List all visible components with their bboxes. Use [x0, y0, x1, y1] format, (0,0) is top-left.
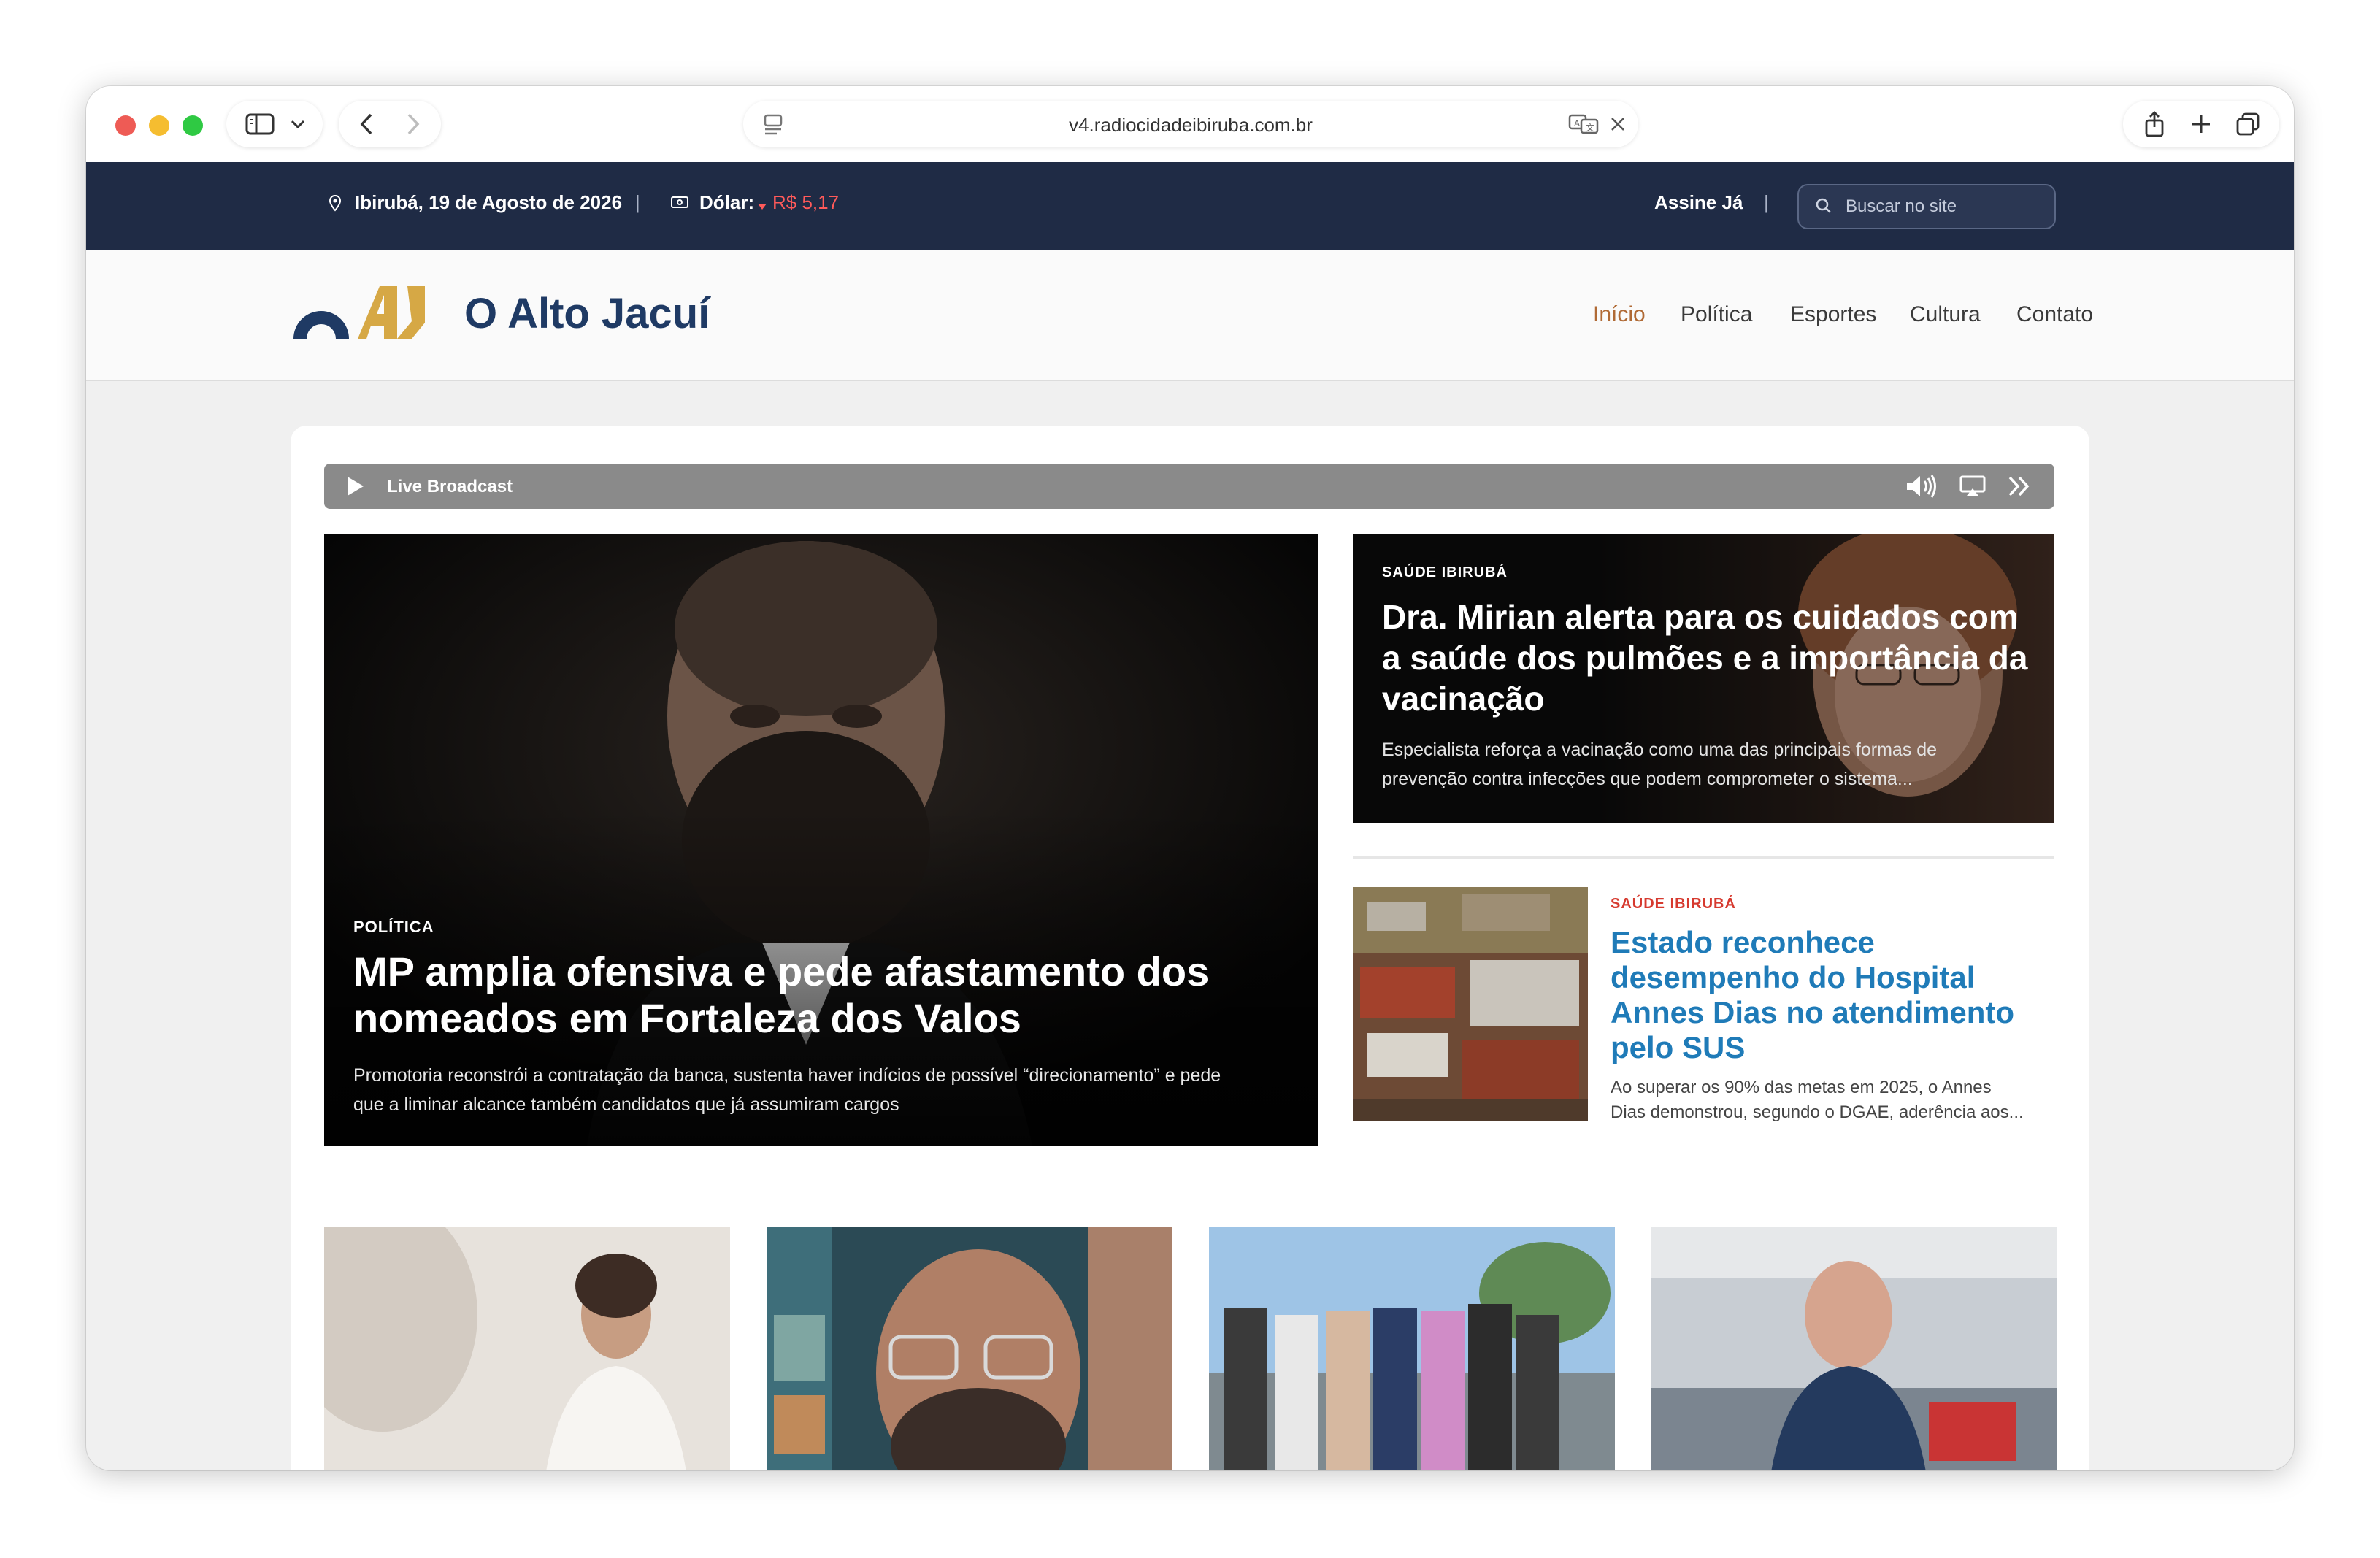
side2-summary-line: Ao superar os 90% das metas em 2025, o A… [1611, 1078, 1992, 1097]
top-info-bar: Ibirubá, 19 de Agosto de 2026 | Dólar: R… [86, 162, 2294, 250]
side1-title[interactable]: Dra. Mirian alerta para os cuidados com … [1382, 596, 2028, 719]
browser-window: v4.radiocidadeibiruba.com.br A文 Ibirubá,… [86, 86, 2294, 1470]
thumbnail-photo [1209, 1227, 1615, 1470]
maximize-window-button[interactable] [183, 115, 203, 136]
thumb-man-event-hall[interactable] [1651, 1227, 2057, 1470]
side2-summary-line: Dias demonstrou, segundo o DGAE, aderênc… [1611, 1102, 2024, 1122]
side1-kicker[interactable]: SAÚDE IBIRUBÁ [1382, 564, 1508, 581]
volume-icon[interactable] [1905, 474, 1939, 502]
separator: | [635, 191, 640, 213]
share-icon[interactable] [2131, 101, 2178, 147]
thumbnail-photo [767, 1227, 1172, 1470]
side1-summary-line: prevenção contra infecções que podem com… [1382, 769, 1913, 789]
hero-title-line: nomeados em Fortaleza dos Valos [353, 995, 1021, 1041]
tabs-overview-icon[interactable] [2224, 101, 2271, 147]
navigation-buttons [339, 101, 441, 147]
nav-politica[interactable]: Política [1681, 302, 1752, 327]
hero-photo [324, 534, 1318, 1146]
thumbnail-photo [324, 1227, 730, 1470]
nav-contato[interactable]: Contato [2016, 302, 2093, 327]
side2-title-line: Annes Dias no atendimento [1611, 995, 2015, 1029]
dollar-label: Dólar: [699, 191, 755, 213]
caret-down-icon [758, 200, 767, 213]
live-broadcast-player: Live Broadcast [324, 464, 2054, 509]
hero-title-line: MP amplia ofensiva e pede afastamento do… [353, 948, 1210, 994]
side2-photo[interactable] [1353, 887, 1588, 1121]
site-search-input[interactable]: Buscar no site [1797, 184, 2056, 229]
side1-title-line: a saúde dos pulmões e a importância da [1382, 639, 2028, 677]
svg-text:A: A [1574, 118, 1580, 128]
sidebar-toggle-group [226, 101, 323, 147]
hero-article[interactable]: POLÍTICA MP amplia ofensiva e pede afast… [324, 534, 1318, 1146]
airplay-icon[interactable] [1959, 475, 1986, 501]
back-icon[interactable] [343, 101, 390, 147]
fast-forward-icon[interactable] [2008, 475, 2031, 501]
sidebar-icon[interactable] [237, 101, 283, 147]
site-logo[interactable]: O Alto Jacuí [291, 282, 710, 344]
thumbnail-photo [1651, 1227, 2057, 1470]
side1-title-line: vacinação [1382, 680, 1545, 718]
side2-summary: Ao superar os 90% das metas em 2025, o A… [1611, 1075, 2024, 1125]
separator: | [1764, 191, 1769, 213]
side-article-featured[interactable]: SAÚDE IBIRUBÁ Dra. Mirian alerta para os… [1353, 534, 2054, 823]
aerial-town-photo [1353, 887, 1588, 1121]
toolbar-actions [2123, 101, 2279, 147]
hero-title[interactable]: MP amplia ofensiva e pede afastamento do… [353, 948, 1209, 1042]
forward-icon[interactable] [390, 101, 437, 147]
divider [1353, 856, 2054, 859]
side1-title-line: Dra. Mirian alerta para os cuidados com [1382, 598, 2019, 636]
close-icon[interactable] [1609, 115, 1627, 137]
subscribe-link[interactable]: Assine Já [1654, 191, 1743, 214]
side1-summary-line: Especialista reforça a vacinação como um… [1382, 740, 1938, 760]
play-icon[interactable] [346, 475, 365, 501]
search-icon [1815, 197, 1832, 218]
side2-title[interactable]: Estado reconhece desempenho do Hospital … [1611, 925, 2014, 1065]
search-placeholder: Buscar no site [1846, 196, 1957, 216]
new-tab-icon[interactable] [2178, 101, 2224, 147]
thumb-group-photo[interactable] [1209, 1227, 1615, 1470]
money-icon [670, 196, 689, 212]
nav-cultura[interactable]: Cultura [1910, 302, 1981, 327]
chevron-down-icon[interactable] [283, 101, 312, 147]
thumb-woman-white-suit[interactable] [324, 1227, 730, 1470]
content-card: Live Broadcast POLÍTICA MP amplia ofensi… [291, 426, 2089, 1470]
svg-text:文: 文 [1586, 122, 1594, 133]
hero-summary: Promotoria reconstrói a contratação da b… [353, 1061, 1221, 1119]
logo-text: O Alto Jacuí [464, 290, 710, 337]
translate-icon[interactable]: A文 [1568, 112, 1600, 139]
hero-summary-line: Promotoria reconstrói a contratação da b… [353, 1065, 1221, 1086]
address-bar[interactable]: v4.radiocidadeibiruba.com.br A文 [743, 101, 1638, 147]
minimize-window-button[interactable] [149, 115, 169, 136]
side2-title-line: pelo SUS [1611, 1030, 1746, 1064]
location-pin-icon [329, 194, 342, 215]
site-header: O Alto Jacuí Início Política Esportes Cu… [86, 250, 2294, 381]
thumb-man-glasses-bookshelf[interactable] [767, 1227, 1172, 1470]
close-window-button[interactable] [115, 115, 136, 136]
browser-toolbar: v4.radiocidadeibiruba.com.br A文 [86, 86, 2294, 162]
side2-title-line: Estado reconhece [1611, 925, 1875, 959]
hero-kicker[interactable]: POLÍTICA [353, 918, 434, 937]
player-label: Live Broadcast [387, 477, 513, 496]
side2-kicker[interactable]: SAÚDE IBIRUBÁ [1611, 896, 1736, 913]
nav-inicio[interactable]: Início [1593, 302, 1646, 327]
logo-mark [293, 286, 425, 339]
location-date: Ibirubá, 19 de Agosto de 2026 [355, 191, 623, 213]
dollar-value: R$ 5,17 [772, 191, 840, 213]
side2-title-line: desempenho do Hospital [1611, 960, 1976, 994]
url-text: v4.radiocidadeibiruba.com.br [1069, 114, 1313, 136]
hero-summary-line: que a liminar alcance também candidatos … [353, 1094, 899, 1115]
nav-esportes[interactable]: Esportes [1790, 302, 1876, 327]
side1-summary: Especialista reforça a vacinação como um… [1382, 735, 1937, 794]
